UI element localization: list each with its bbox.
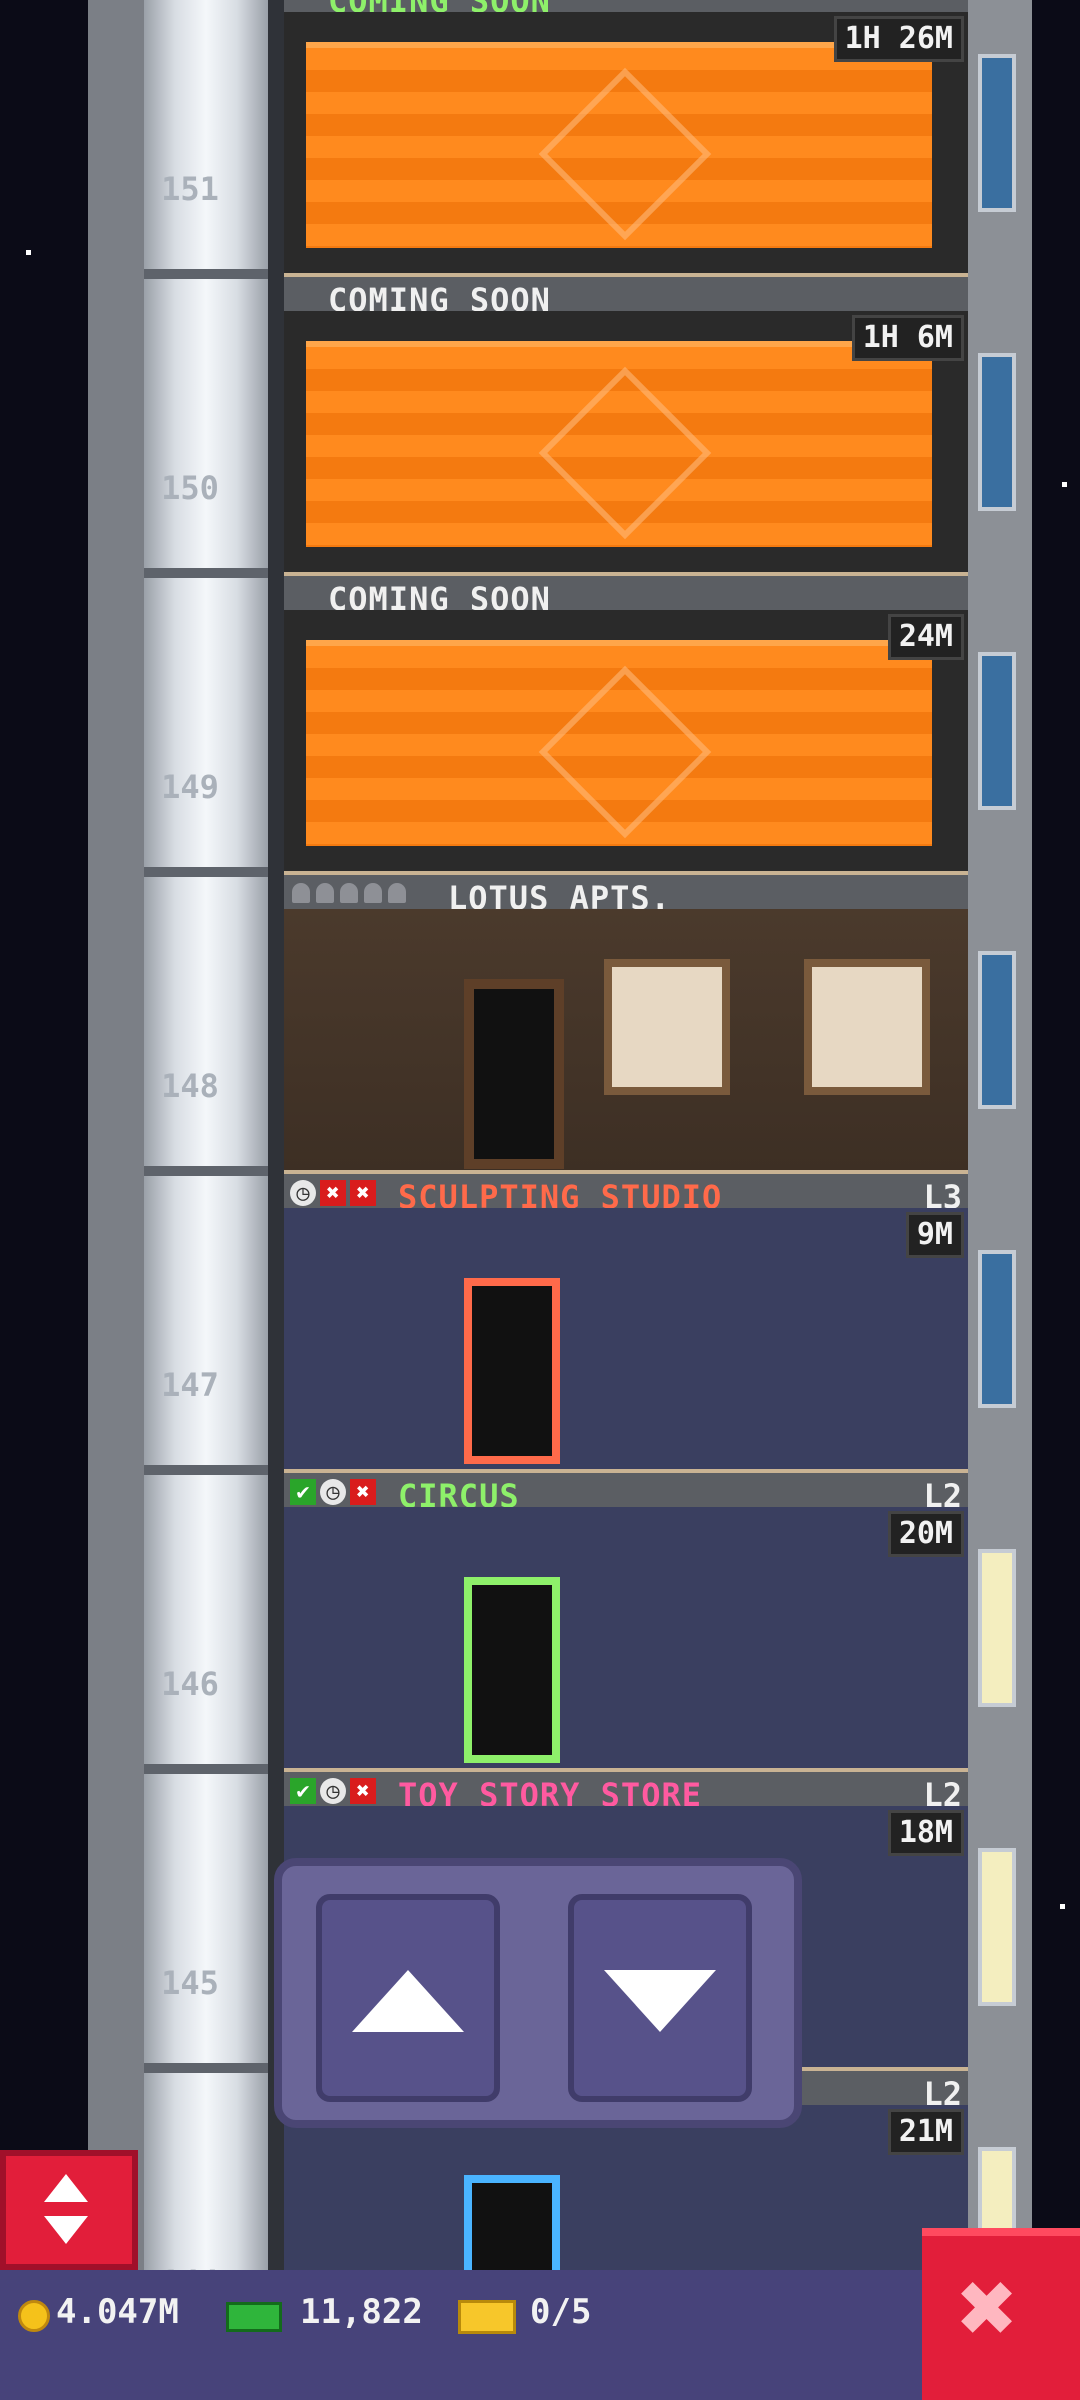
resident-icon (364, 883, 382, 903)
shaft-floor-divider (144, 2063, 268, 2073)
shaft-floor-divider (144, 1465, 268, 1475)
construction-tarp (306, 341, 932, 547)
resident-icon (316, 883, 334, 903)
floor-timer: 9M (905, 1212, 964, 1258)
status-icons: ✔◷✖ (290, 1479, 376, 1505)
floor-room (284, 610, 968, 871)
elevator-car-column (144, 0, 268, 2270)
floor-header: COMING SOON (284, 273, 968, 319)
star (26, 250, 31, 255)
apartment-door (464, 979, 564, 1169)
floor-number: 150 (161, 469, 219, 507)
floor-timer: 1H 6M (851, 315, 964, 361)
shaft-floor-divider (144, 568, 268, 578)
floor-147[interactable]: ◷ ✖ ✖ SCULPTING STUDIO L3 9M (284, 1170, 968, 1469)
tickets-value: 0/5 (530, 2292, 592, 2332)
floor-number: 151 (161, 170, 219, 208)
floor-149[interactable]: COMING SOON 24M (284, 572, 968, 871)
tower-window (978, 1250, 1016, 1408)
bux-icon (226, 2302, 282, 2332)
tower-window (978, 951, 1016, 1109)
floor-timer: 24M (887, 614, 964, 660)
star (1062, 482, 1067, 487)
shaft-floor-divider (144, 269, 268, 279)
check-icon: ✔ (290, 1479, 316, 1505)
floor-number: 145 (161, 1964, 219, 2002)
close-button[interactable]: ✖ (922, 2228, 1080, 2400)
bux-value: 11,822 (300, 2292, 423, 2332)
coins-value: 4.047M (56, 2292, 179, 2332)
elevator-down-button[interactable] (568, 1894, 752, 2102)
arrow-up-icon (352, 1970, 464, 2032)
resident-icon (292, 883, 310, 903)
business-door (464, 1577, 560, 1763)
tower-window (978, 1549, 1016, 1707)
floor-148[interactable]: LOTUS APTS. (284, 871, 968, 1170)
floor-timer: 21M (887, 2109, 964, 2155)
floor-number: 149 (161, 768, 219, 806)
shaft-floor-divider (144, 1166, 268, 1176)
floor-header: COMING SOON (284, 0, 968, 20)
resident-icon (388, 883, 406, 903)
elevator-up-button[interactable] (316, 1894, 500, 2102)
floor-number: 148 (161, 1067, 219, 1105)
floor-header: COMING SOON (284, 572, 968, 618)
floor-header: LOTUS APTS. (284, 871, 968, 917)
floor-timer: 1H 26M (833, 16, 964, 62)
currency-bar: 4.047M 11,822 0/5 (0, 2270, 922, 2400)
x-icon: ✖ (350, 1180, 376, 1206)
arrow-down-icon (604, 1970, 716, 2032)
status-icons: ✔◷✖ (290, 1778, 376, 1804)
clock-icon: ◷ (290, 1180, 316, 1206)
close-icon: ✖ (958, 2249, 1019, 2366)
construction-icon (538, 366, 712, 540)
status-icons: ◷ ✖ ✖ (290, 1180, 376, 1206)
apartment-window (604, 959, 730, 1095)
star (1060, 1904, 1065, 1909)
construction-tarp (306, 42, 932, 248)
clock-icon: ◷ (320, 1778, 346, 1804)
coin-icon (18, 2300, 50, 2332)
floor-146[interactable]: ✔ ◷ ✖ CIRCUS L2 20M (284, 1469, 968, 1768)
tower-window (978, 54, 1016, 212)
floor-header: ◷ ✖ ✖ SCULPTING STUDIO L3 (284, 1170, 968, 1216)
floor-number: 146 (161, 1665, 219, 1703)
check-icon: ✔ (290, 1778, 316, 1804)
clock-icon: ◷ (320, 1479, 346, 1505)
x-icon: ✖ (350, 1479, 376, 1505)
floor-number: 147 (161, 1366, 219, 1404)
floor-room (284, 1208, 968, 1469)
x-icon: ✖ (320, 1180, 346, 1206)
business-door (464, 1278, 560, 1464)
floor-timer: 20M (887, 1511, 964, 1557)
ticket-icon (458, 2300, 516, 2334)
tower-window (978, 652, 1016, 810)
shaft-floor-divider (144, 867, 268, 877)
construction-icon (538, 665, 712, 839)
resident-slots (292, 883, 406, 903)
floor-header: ✔ ◷ ✖ TOY STORY STORE L2 (284, 1768, 968, 1814)
floor-room (284, 1507, 968, 1768)
construction-tarp (306, 640, 932, 846)
elevator-mode-button[interactable] (0, 2150, 138, 2270)
resident-icon (340, 883, 358, 903)
floor-timer: 18M (887, 1810, 964, 1856)
floor-150[interactable]: COMING SOON 1H 6M (284, 273, 968, 572)
floor-151[interactable]: COMING SOON 1H 26M (284, 0, 968, 273)
construction-icon (538, 67, 712, 241)
elevator-shaft[interactable] (88, 0, 284, 2270)
floor-header: ✔ ◷ ✖ CIRCUS L2 (284, 1469, 968, 1515)
shaft-floor-divider (144, 1764, 268, 1774)
elevator-icon (44, 2216, 88, 2244)
elevator-controls (274, 1858, 802, 2128)
tower-window (978, 353, 1016, 511)
apartment-window (804, 959, 930, 1095)
elevator-icon (44, 2174, 88, 2202)
x-icon: ✖ (350, 1778, 376, 1804)
floor-room (284, 909, 968, 1170)
tower-window (978, 1848, 1016, 2006)
